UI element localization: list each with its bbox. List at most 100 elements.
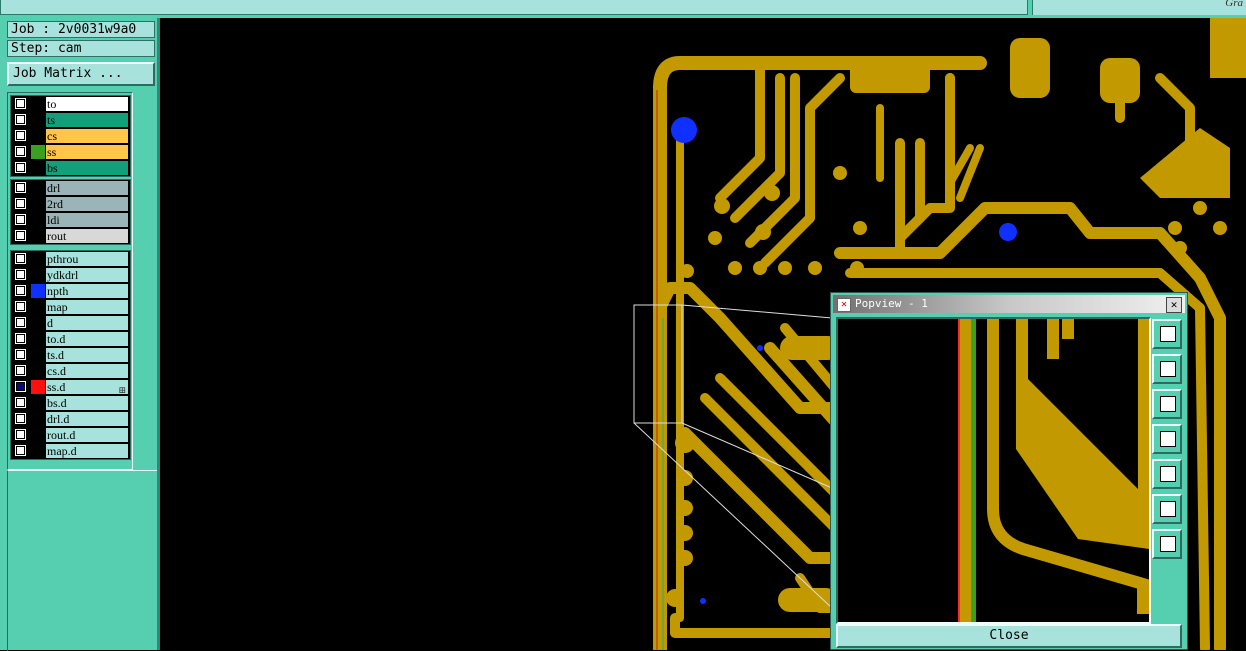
layer-color-swatch[interactable] — [31, 380, 45, 394]
layer-checkbox[interactable] — [15, 198, 26, 209]
layer-name[interactable]: rout.d — [46, 428, 128, 442]
layer-row[interactable]: cs.d — [11, 363, 130, 379]
layer-name[interactable]: to — [46, 97, 128, 111]
zoom-box-button[interactable] — [1152, 319, 1182, 349]
layer-checkbox[interactable] — [15, 182, 26, 193]
layer-name[interactable]: ldi — [46, 213, 128, 227]
layer-color-swatch[interactable] — [31, 252, 45, 266]
layer-name[interactable]: ss — [46, 145, 128, 159]
pan-right-button[interactable] — [1152, 459, 1182, 489]
layer-row[interactable]: rout.d — [11, 427, 130, 443]
layer-color-swatch[interactable] — [31, 428, 45, 442]
layer-checkbox[interactable] — [15, 413, 26, 424]
layer-name[interactable]: ss.d ⊞ — [46, 380, 128, 395]
layer-color-swatch[interactable] — [31, 284, 45, 298]
layer-color-swatch[interactable] — [31, 197, 45, 211]
layer-row[interactable]: npth — [11, 283, 130, 299]
zoom-fit-button[interactable] — [1152, 494, 1182, 524]
layer-checkbox[interactable] — [15, 214, 26, 225]
layer-name[interactable]: bs.d — [46, 396, 128, 410]
layer-color-swatch[interactable] — [31, 113, 45, 127]
layer-row[interactable]: bs.d — [11, 395, 130, 411]
layer-row[interactable]: drl.d — [11, 411, 130, 427]
layer-row[interactable]: map.d — [11, 443, 130, 459]
layer-checkbox[interactable] — [15, 397, 26, 408]
layer-name[interactable]: ts.d — [46, 348, 128, 362]
layer-name[interactable]: pthrou — [46, 252, 128, 266]
layer-checkbox[interactable] — [15, 349, 26, 360]
pan-up-button[interactable] — [1152, 354, 1182, 384]
layer-name[interactable]: drl — [46, 181, 128, 195]
layer-color-swatch[interactable] — [31, 364, 45, 378]
layer-name[interactable]: cs — [46, 129, 128, 143]
layer-color-swatch[interactable] — [31, 181, 45, 195]
layer-color-swatch[interactable] — [31, 316, 45, 330]
layer-row[interactable]: cs — [11, 128, 130, 144]
layer-name[interactable]: d — [46, 316, 128, 330]
layer-checkbox[interactable] — [15, 130, 26, 141]
layer-name[interactable]: map — [46, 300, 128, 314]
layer-row[interactable]: ydkdrl — [11, 267, 130, 283]
layer-name[interactable]: npth — [46, 284, 128, 298]
layer-color-swatch[interactable] — [31, 348, 45, 362]
layer-row[interactable]: ss.d ⊞ — [11, 379, 130, 395]
layer-checkbox[interactable] — [15, 230, 26, 241]
layer-name[interactable]: ts — [46, 113, 128, 127]
layer-row[interactable]: ss — [11, 144, 130, 160]
layer-row[interactable]: ldi — [11, 212, 130, 228]
move-center-button[interactable] — [1152, 529, 1182, 559]
layer-checkbox[interactable] — [15, 253, 26, 264]
layer-name[interactable]: rout — [46, 229, 128, 243]
layer-name[interactable]: cs.d — [46, 364, 128, 378]
layer-name[interactable]: 2rd — [46, 197, 128, 211]
layer-color-swatch[interactable] — [31, 213, 45, 227]
layer-list-scroll[interactable] — [133, 92, 157, 468]
layer-row[interactable]: pthrou — [11, 251, 130, 267]
layer-checkbox[interactable] — [15, 114, 26, 125]
pan-left-button[interactable] — [1152, 424, 1182, 454]
layer-checkbox[interactable] — [15, 98, 26, 109]
popview-titlebar[interactable]: ✕ Popview - 1 ✕ — [833, 295, 1185, 313]
layer-checkbox[interactable] — [15, 365, 26, 376]
layer-row[interactable]: to.d — [11, 331, 130, 347]
layer-color-swatch[interactable] — [31, 332, 45, 346]
close-icon[interactable]: ✕ — [1166, 297, 1182, 313]
layer-color-swatch[interactable] — [31, 300, 45, 314]
layer-row[interactable]: to — [11, 96, 130, 112]
layer-row[interactable]: map — [11, 299, 130, 315]
layer-color-swatch[interactable] — [31, 268, 45, 282]
layer-color-swatch[interactable] — [31, 161, 45, 175]
layer-checkbox[interactable] — [15, 381, 26, 392]
job-matrix-button[interactable]: Job Matrix ... — [7, 62, 155, 86]
command-field[interactable] — [0, 0, 1028, 15]
pan-down-button[interactable] — [1152, 389, 1182, 419]
layer-checkbox[interactable] — [15, 162, 26, 173]
close-button[interactable]: Close — [836, 624, 1182, 648]
layer-row[interactable]: ts.d — [11, 347, 130, 363]
layer-name[interactable]: ydkdrl — [46, 268, 128, 282]
layer-color-swatch[interactable] — [31, 145, 45, 159]
layer-name[interactable]: drl.d — [46, 412, 128, 426]
layer-checkbox[interactable] — [15, 285, 26, 296]
layer-color-swatch[interactable] — [31, 229, 45, 243]
layer-checkbox[interactable] — [15, 429, 26, 440]
layer-row[interactable]: ts — [11, 112, 130, 128]
layer-checkbox[interactable] — [15, 445, 26, 456]
layer-row[interactable]: drl — [11, 180, 130, 196]
layer-checkbox[interactable] — [15, 146, 26, 157]
layer-color-swatch[interactable] — [31, 396, 45, 410]
layer-row[interactable]: bs — [11, 160, 130, 176]
layer-checkbox[interactable] — [15, 317, 26, 328]
layer-color-swatch[interactable] — [31, 97, 45, 111]
layer-row[interactable]: 2rd — [11, 196, 130, 212]
popview-canvas[interactable] — [836, 317, 1151, 624]
layer-checkbox[interactable] — [15, 269, 26, 280]
layer-color-swatch[interactable] — [31, 444, 45, 458]
layer-checkbox[interactable] — [15, 333, 26, 344]
layer-name[interactable]: map.d — [46, 444, 128, 458]
layer-name[interactable]: bs — [46, 161, 128, 175]
layer-checkbox[interactable] — [15, 301, 26, 312]
layer-row[interactable]: rout — [11, 228, 130, 244]
layer-name[interactable]: to.d — [46, 332, 128, 346]
layer-row[interactable]: d — [11, 315, 130, 331]
